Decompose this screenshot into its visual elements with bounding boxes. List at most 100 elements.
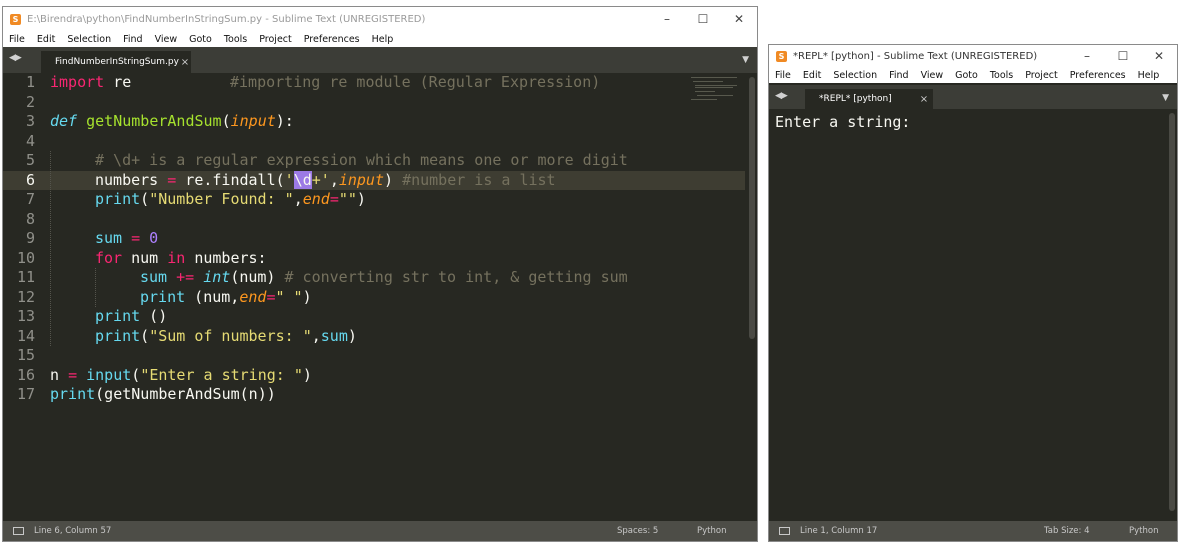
vertical-scrollbar[interactable]	[749, 77, 755, 339]
status-indentation[interactable]: Spaces: 5	[617, 526, 697, 536]
tab-nav-arrows-icon[interactable]: ◀▶	[775, 91, 788, 101]
code-line-10: for num in numbers:	[95, 249, 267, 269]
tab-close-icon[interactable]: ×	[915, 94, 933, 105]
minimize-icon[interactable]: –	[649, 12, 685, 26]
code-comment: # converting str to int, & getting sum	[284, 268, 628, 286]
code-token: int	[194, 268, 231, 286]
status-syntax[interactable]: Python	[1129, 526, 1177, 536]
repl-window-title: *REPL* [python] - Sublime Text (UNREGIST…	[793, 50, 1038, 62]
tab-findnumber[interactable]: FindNumberInStringSum.py ×	[41, 51, 191, 73]
text-selection[interactable]: \d	[293, 170, 312, 189]
vertical-scrollbar[interactable]	[1169, 113, 1175, 511]
panel-toggle-icon[interactable]	[13, 527, 24, 535]
menu-find[interactable]: Find	[117, 34, 148, 45]
code-token: end	[239, 287, 267, 306]
tab-close-icon[interactable]: ×	[179, 57, 191, 68]
menu-selection[interactable]: Selection	[61, 34, 117, 45]
editor-titlebar[interactable]: S E:\Birendra\python\FindNumberInStringS…	[3, 7, 757, 31]
menu-file[interactable]: File	[3, 34, 31, 45]
code-line-5: # \d+ is a regular expression which mean…	[95, 151, 628, 171]
line-number: 9	[25, 229, 35, 247]
code-token: numbers:	[185, 248, 267, 267]
tab-menu-chevron-down-icon[interactable]: ▼	[1162, 93, 1169, 103]
menu-preferences[interactable]: Preferences	[298, 34, 366, 45]
panel-toggle-icon[interactable]	[779, 527, 790, 535]
menu-view[interactable]: View	[149, 34, 184, 45]
code-token: ):	[275, 112, 294, 130]
tab-repl[interactable]: *REPL* [python] ×	[805, 89, 933, 109]
line-number: 14	[16, 326, 35, 345]
status-indentation[interactable]: Tab Size: 4	[1044, 526, 1129, 536]
code-comment: #importing re module (Regular Expression…	[230, 73, 601, 91]
menu-edit[interactable]: Edit	[31, 34, 61, 45]
tab-nav-arrows-icon[interactable]: ◀▶	[9, 53, 22, 63]
menu-view[interactable]: View	[915, 70, 950, 81]
line-number: 15	[16, 346, 35, 364]
repl-view[interactable]: Enter a string:	[769, 109, 1177, 521]
menu-goto[interactable]: Goto	[183, 34, 218, 45]
menu-selection[interactable]: Selection	[827, 70, 883, 81]
minimap[interactable]	[691, 75, 741, 101]
maximize-icon[interactable]: ☐	[1105, 49, 1141, 63]
editor-window-title: E:\Birendra\python\FindNumberInStringSum…	[27, 13, 426, 25]
code-token: input	[338, 170, 384, 189]
code-token: =	[131, 229, 141, 247]
menu-project[interactable]: Project	[1019, 70, 1064, 81]
code-token: print	[95, 190, 141, 208]
line-number: 13	[16, 307, 35, 325]
code-token: print	[95, 326, 141, 345]
code-token: "Number Found: "	[149, 190, 294, 208]
close-icon[interactable]: ✕	[1141, 49, 1177, 63]
line-number: 3	[25, 112, 35, 130]
tab-menu-chevron-down-icon[interactable]: ▼	[742, 55, 749, 65]
code-token: print	[140, 287, 186, 306]
menu-goto[interactable]: Goto	[949, 70, 984, 81]
menu-find[interactable]: Find	[883, 70, 914, 81]
code-token: ,	[293, 190, 303, 208]
code-token: (	[221, 112, 231, 130]
menu-tools[interactable]: Tools	[984, 70, 1019, 81]
status-position[interactable]: Line 1, Column 17	[800, 526, 1044, 536]
repl-output: Enter a string:	[775, 113, 911, 131]
repl-titlebar[interactable]: S *REPL* [python] - Sublime Text (UNREGI…	[769, 45, 1177, 67]
code-token: end	[302, 190, 330, 208]
status-position[interactable]: Line 6, Column 57	[34, 526, 617, 536]
editor-menubar: File Edit Selection Find View Goto Tools…	[3, 31, 757, 47]
menu-tools[interactable]: Tools	[218, 34, 253, 45]
menu-project[interactable]: Project	[253, 34, 298, 45]
repl-tabbar: ◀▶ *REPL* [python] × ▼	[769, 85, 1177, 109]
repl-statusbar: Line 1, Column 17 Tab Size: 4 Python	[769, 521, 1177, 541]
code-token: ,	[329, 170, 339, 189]
code-token: import	[50, 73, 105, 91]
close-icon[interactable]: ✕	[721, 12, 757, 26]
maximize-icon[interactable]: ☐	[685, 12, 721, 26]
code-token: re	[104, 73, 132, 91]
menu-file[interactable]: File	[769, 70, 797, 81]
tab-label: FindNumberInStringSum.py	[55, 57, 179, 67]
code-token: ()	[140, 307, 168, 325]
menu-help[interactable]: Help	[366, 34, 400, 45]
code-editor[interactable]: 1 2 3 4 5 6 7 8 9 10 11 12 13 14 15 16 1…	[3, 73, 757, 521]
code-token: num	[122, 248, 168, 267]
menu-preferences[interactable]: Preferences	[1064, 70, 1132, 81]
code-comment: # \d+ is a regular expression which mean…	[95, 151, 628, 169]
menu-edit[interactable]: Edit	[797, 70, 827, 81]
sublime-text-icon: S	[10, 13, 21, 25]
code-line-13: print ()	[95, 307, 167, 327]
code-token: sum	[140, 268, 177, 286]
code-token: ,	[311, 326, 321, 345]
code-token: (	[131, 365, 141, 384]
line-number: 10	[16, 248, 35, 267]
editor-window: S E:\Birendra\python\FindNumberInStringS…	[2, 6, 758, 542]
sublime-text-icon: S	[776, 50, 787, 62]
editor-tabbar: ◀▶ FindNumberInStringSum.py × ▼	[3, 47, 757, 73]
status-syntax[interactable]: Python	[697, 526, 757, 536]
code-token: " "	[275, 287, 303, 306]
code-line-14: print("Sum of numbers: ",sum)	[95, 327, 357, 347]
minimize-icon[interactable]: –	[1069, 49, 1105, 63]
line-number: 5	[25, 151, 35, 169]
code-token: for	[95, 248, 123, 267]
menu-help[interactable]: Help	[1132, 70, 1166, 81]
line-number: 11	[16, 268, 35, 286]
code-line-16: n = input("Enter a string: ")	[50, 366, 312, 386]
